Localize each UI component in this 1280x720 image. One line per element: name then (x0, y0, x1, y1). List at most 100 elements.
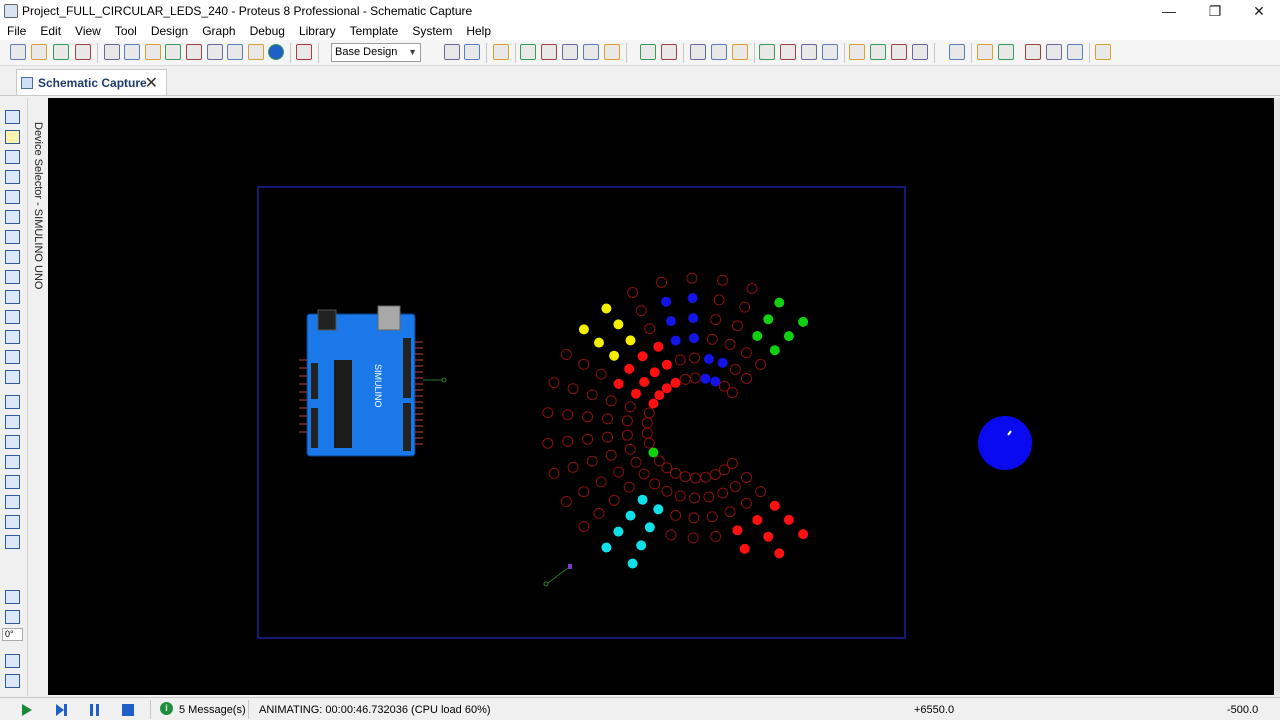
minimize-icon[interactable]: — (1146, 0, 1192, 22)
bus-icon[interactable] (5, 210, 20, 224)
step-icon[interactable] (52, 701, 70, 719)
path-icon[interactable] (5, 475, 20, 489)
tab-close-icon[interactable]: ✕ (145, 73, 158, 93)
toolbar-tool-icon[interactable] (1095, 44, 1111, 60)
schematic-canvas[interactable]: SIMULINO (48, 98, 1274, 695)
menu-template[interactable]: Template (343, 24, 406, 38)
toolbar-separator (318, 43, 319, 63)
toolbar-tool-icon[interactable] (248, 44, 264, 60)
menu-library[interactable]: Library (292, 24, 343, 38)
component-mode-icon[interactable] (5, 130, 20, 144)
toolbar-tool-icon[interactable] (186, 44, 202, 60)
toolbar-tool-icon[interactable] (1067, 44, 1083, 60)
toolbar-tool-icon[interactable] (780, 44, 796, 60)
wire-label-icon[interactable] (5, 170, 20, 184)
tape-icon[interactable] (5, 310, 20, 324)
led-off (731, 320, 743, 332)
text-script-icon[interactable] (5, 190, 20, 204)
play-icon[interactable] (17, 701, 35, 719)
toolbar-tool-icon[interactable] (583, 44, 599, 60)
toolbar-tool-icon[interactable] (562, 44, 578, 60)
graph-icon[interactable] (5, 290, 20, 304)
rotate-cw-icon[interactable] (5, 590, 20, 604)
menu-help[interactable]: Help (459, 24, 498, 38)
led-off (624, 401, 636, 413)
toolbar-tool-icon[interactable] (949, 44, 965, 60)
pin-icon[interactable] (5, 270, 20, 284)
rotation-angle-field[interactable]: 0° (2, 628, 23, 641)
line-icon[interactable] (5, 395, 20, 409)
instrument-icon[interactable] (5, 370, 20, 384)
toolbar-tool-icon[interactable] (104, 44, 120, 60)
toolbar-tool-icon[interactable] (124, 44, 140, 60)
toolbar-tool-icon[interactable] (690, 44, 706, 60)
text-icon[interactable] (5, 495, 20, 509)
toolbar-tool-icon[interactable] (604, 44, 620, 60)
stop-icon[interactable] (119, 701, 137, 719)
device-selector-panel[interactable]: Device Selector - SIMULINO UNO (27, 98, 47, 696)
design-variant-select[interactable]: Base Design ▼ (331, 43, 421, 62)
toolbar-tool-icon[interactable] (849, 44, 865, 60)
menu-bar: File Edit View Tool Design Graph Debug L… (0, 22, 1280, 40)
selection-mode-icon[interactable] (5, 110, 20, 124)
toolbar-tool-icon[interactable] (207, 44, 223, 60)
toolbar-tool-icon[interactable] (520, 44, 536, 60)
toolbar-tool-icon[interactable] (31, 44, 47, 60)
toolbar-tool-icon[interactable] (759, 44, 775, 60)
menu-view[interactable]: View (68, 24, 108, 38)
toolbar-tool-icon[interactable] (464, 44, 480, 60)
toolbar-tool-icon[interactable] (822, 44, 838, 60)
toolbar-tool-icon[interactable] (998, 44, 1014, 60)
circle-icon[interactable] (5, 435, 20, 449)
toolbar-tool-icon[interactable] (1046, 44, 1062, 60)
toolbar-tool-icon[interactable] (444, 44, 460, 60)
toolbar-tool-icon[interactable] (227, 44, 243, 60)
flip-horizontal-icon[interactable] (5, 654, 20, 668)
toolbar-tool-icon[interactable] (711, 44, 727, 60)
menu-edit[interactable]: Edit (33, 24, 68, 38)
rotate-ccw-icon[interactable] (5, 610, 20, 624)
vertical-scrollbar[interactable] (1274, 98, 1280, 695)
symbol-icon[interactable] (5, 515, 20, 529)
close-window-button[interactable]: ✕ (1236, 0, 1280, 22)
toolbar-tool-icon[interactable] (53, 44, 69, 60)
usb-connector (377, 305, 401, 331)
messages-count[interactable]: 5 Message(s) (179, 704, 246, 716)
toolbar-tool-icon[interactable] (912, 44, 928, 60)
pause-icon[interactable] (86, 701, 104, 719)
toolbar-tool-icon[interactable] (541, 44, 557, 60)
restore-icon[interactable]: ❐ (1192, 0, 1238, 22)
toolbar-tool-icon[interactable] (165, 44, 181, 60)
junction-icon[interactable] (5, 150, 20, 164)
toolbar-tool-icon[interactable] (661, 44, 677, 60)
toolbar-tool-icon[interactable] (493, 44, 509, 60)
subcircuit-icon[interactable] (5, 230, 20, 244)
toolbar-tool-icon[interactable] (891, 44, 907, 60)
flip-vertical-icon[interactable] (5, 674, 20, 688)
toolbar-tool-icon[interactable] (145, 44, 161, 60)
menu-design[interactable]: Design (144, 24, 195, 38)
toolbar-tool-icon[interactable] (1025, 44, 1041, 60)
arc-icon[interactable] (5, 455, 20, 469)
menu-graph[interactable]: Graph (195, 24, 242, 38)
generator-icon[interactable] (5, 330, 20, 344)
toolbar-tool-icon[interactable] (75, 44, 91, 60)
marker-icon[interactable] (5, 535, 20, 549)
toolbar-tool-icon[interactable] (640, 44, 656, 60)
box-icon[interactable] (5, 415, 20, 429)
menu-system[interactable]: System (405, 24, 459, 38)
menu-file[interactable]: File (0, 24, 33, 38)
probe-icon[interactable] (5, 350, 20, 364)
toolbar-tool-icon[interactable] (732, 44, 748, 60)
toolbar-tool-icon[interactable] (10, 44, 26, 60)
toolbar-tool-icon[interactable] (296, 44, 312, 60)
menu-tool[interactable]: Tool (108, 24, 144, 38)
led-off (605, 449, 617, 461)
toolbar-tool-icon[interactable] (801, 44, 817, 60)
toolbar-tool-icon[interactable] (977, 44, 993, 60)
toolbar-tool-icon[interactable] (870, 44, 886, 60)
help-icon[interactable] (268, 44, 284, 60)
menu-debug[interactable]: Debug (243, 24, 292, 38)
tab-schematic-capture[interactable]: Schematic Capture ✕ (16, 69, 167, 95)
terminal-icon[interactable] (5, 250, 20, 264)
